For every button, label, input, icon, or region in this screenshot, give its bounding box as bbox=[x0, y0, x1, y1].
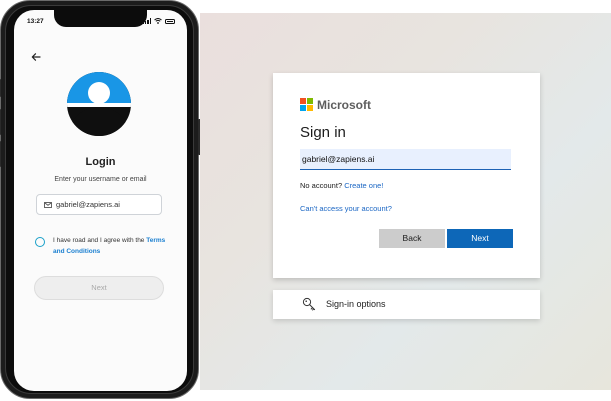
microsoft-signin-page: Microsoft Sign in gabriel@zapiens.ai No … bbox=[200, 13, 611, 390]
status-icons bbox=[142, 18, 175, 24]
phone-notch bbox=[54, 10, 147, 27]
back-arrow-icon[interactable] bbox=[31, 52, 41, 62]
email-field[interactable]: gabriel@zapiens.ai bbox=[36, 194, 162, 215]
terms-agreement-text: I have road and I agree with the bbox=[53, 237, 147, 244]
email-field-value: gabriel@zapiens.ai bbox=[56, 200, 120, 209]
signin-title: Sign in bbox=[300, 124, 346, 141]
back-button[interactable]: Back bbox=[379, 229, 445, 248]
key-icon bbox=[302, 297, 316, 311]
email-input[interactable]: gabriel@zapiens.ai bbox=[300, 149, 511, 170]
no-account-text: No account? bbox=[300, 181, 345, 190]
next-button[interactable]: Next bbox=[447, 229, 513, 248]
mail-icon bbox=[44, 201, 52, 208]
no-account-prompt: No account? Create one! bbox=[300, 181, 383, 190]
terms-agreement: I have road and I agree with the Terms a… bbox=[53, 235, 171, 257]
terms-radio[interactable] bbox=[35, 237, 45, 247]
microsoft-logo-icon bbox=[300, 98, 313, 111]
avatar-body-shape bbox=[67, 107, 131, 136]
phone-side-button bbox=[0, 79, 1, 97]
phone-volume-down-button bbox=[0, 141, 1, 167]
phone-frame: 13:27 Login Enter your username or email bbox=[0, 0, 201, 399]
page-title: Login bbox=[85, 156, 116, 168]
create-account-link[interactable]: Create one! bbox=[344, 181, 383, 190]
brand-name: Microsoft bbox=[317, 98, 371, 112]
cant-access-link[interactable]: Can't access your account? bbox=[300, 204, 392, 213]
phone-volume-up-button bbox=[0, 109, 1, 135]
next-button[interactable]: Next bbox=[34, 276, 164, 300]
page-subtitle: Enter your username or email bbox=[54, 176, 147, 183]
signin-options-label: Sign-in options bbox=[326, 299, 386, 309]
signin-card: Microsoft Sign in gabriel@zapiens.ai No … bbox=[273, 73, 540, 278]
status-time: 13:27 bbox=[27, 18, 44, 25]
signin-options-button[interactable]: Sign-in options bbox=[273, 290, 540, 319]
battery-icon bbox=[165, 18, 175, 24]
avatar bbox=[67, 72, 131, 136]
wifi-icon bbox=[154, 18, 162, 24]
phone-screen: 13:27 Login Enter your username or email bbox=[14, 10, 187, 391]
signal-icon bbox=[142, 18, 151, 24]
avatar-head-shape bbox=[88, 82, 110, 104]
